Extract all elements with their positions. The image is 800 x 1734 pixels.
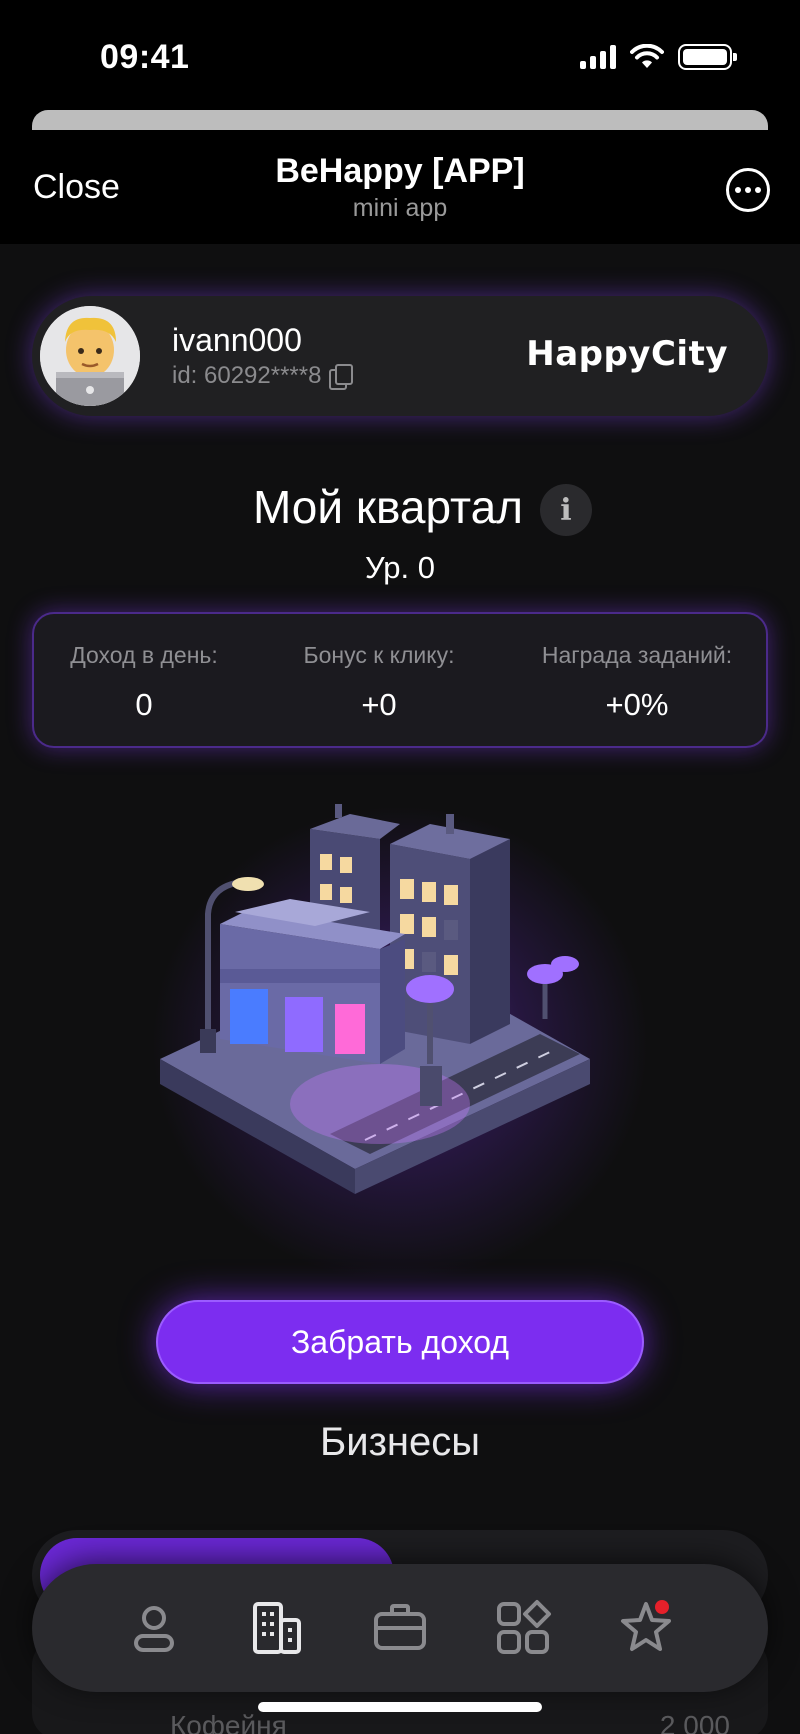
stat-label: Бонус к клику: (303, 642, 455, 668)
stat-value: +0 (361, 687, 397, 722)
stat-value: 0 (135, 687, 153, 722)
avatar[interactable] (40, 306, 140, 406)
business-price: 2 000 (659, 1710, 730, 1734)
nav-item-business[interactable] (368, 1596, 432, 1660)
status-icons (580, 44, 737, 70)
briefcase-icon (373, 1604, 426, 1650)
grid-shapes-icon (497, 1600, 552, 1654)
home-indicator[interactable] (258, 1702, 542, 1712)
mini-app-header: Close BeHappy [APP] mini app (0, 130, 800, 244)
cellular-signal-icon (580, 45, 616, 69)
bottom-nav (32, 1564, 768, 1692)
stat-daily-income: Доход в день: 0 (34, 642, 254, 723)
city-district-illustration[interactable] (150, 804, 650, 1284)
wifi-icon (630, 44, 664, 68)
status-bar: 09:41 (0, 0, 800, 110)
profile-card[interactable]: ivann000 id: 60292****8 HappyCity (32, 296, 768, 416)
stat-label: Доход в день: (70, 642, 218, 668)
status-time: 09:41 (100, 38, 190, 76)
user-icon (133, 1606, 174, 1652)
business-name: Кофейня (170, 1710, 287, 1734)
nav-item-apps[interactable] (491, 1596, 555, 1660)
main-content[interactable]: ivann000 id: 60292****8 HappyCity Мой кв… (0, 244, 800, 1734)
app-subtitle: mini app (352, 194, 448, 222)
sheet-handle[interactable] (32, 110, 768, 130)
district-title-text: Мой квартал (252, 481, 524, 533)
user-id: id: 60292****8 (172, 362, 354, 390)
brand-logo: HappyCity (526, 334, 728, 374)
district-level: Ур. 0 (364, 550, 435, 585)
nav-item-favorites[interactable] (614, 1596, 678, 1660)
username: ivann000 (172, 322, 302, 358)
notification-badge (655, 1600, 670, 1614)
stat-task-reward: Награда заданий: +0% (504, 642, 770, 723)
user-id-text: id: 60292****8 (172, 362, 322, 389)
nav-item-city[interactable] (245, 1596, 309, 1660)
district-title: Мой квартал (0, 480, 800, 534)
stat-click-bonus: Бонус к клику: +0 (254, 642, 504, 723)
nav-item-profile[interactable] (122, 1596, 186, 1660)
star-icon (621, 1600, 672, 1651)
buildings-icon (252, 1602, 301, 1654)
app-title: BeHappy [APP] (275, 152, 525, 190)
ellipsis-circle-icon[interactable] (726, 168, 770, 212)
stat-label: Награда заданий: (541, 642, 733, 668)
collect-income-button[interactable]: Забрать доход (156, 1300, 644, 1384)
stat-value: +0% (605, 687, 669, 722)
battery-icon (678, 44, 737, 70)
businesses-title: Бизнесы (319, 1420, 481, 1464)
man-with-laptop-avatar-icon (40, 306, 140, 406)
info-icon[interactable]: i (540, 484, 592, 536)
copy-icon[interactable] (329, 364, 354, 390)
stats-card: Доход в день: 0 Бонус к клику: +0 Наград… (32, 612, 768, 748)
